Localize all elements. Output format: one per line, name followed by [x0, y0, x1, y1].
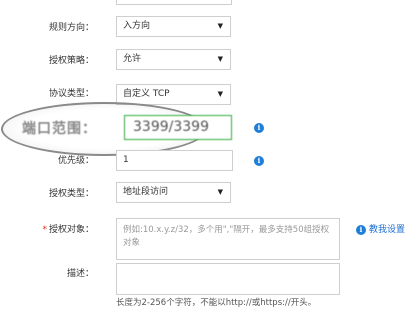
dropdown-arrow-icon: ▼	[217, 55, 223, 63]
auth-type-value: 地址段访问	[123, 187, 169, 197]
policy-label: 授权策略：	[48, 56, 94, 66]
dropdown-arrow-icon: ▼	[217, 188, 223, 196]
priority-input[interactable]: 1	[116, 150, 233, 171]
info-icon[interactable]: i	[254, 156, 264, 166]
protocol-label: 协议类型：	[48, 89, 94, 99]
auth-object-label-text: 授权对象：	[48, 225, 94, 235]
direction-label: 规则方向：	[48, 23, 94, 33]
dropdown-arrow-icon: ▼	[217, 22, 223, 30]
auth-type-select[interactable]: 地址段访问 ▼	[116, 182, 231, 203]
port-range-label: 端口范围：	[22, 121, 97, 137]
protocol-select[interactable]: 自定义 TCP ▼	[116, 84, 231, 105]
priority-label: 优先级：	[57, 156, 94, 166]
required-mark: *	[42, 225, 47, 235]
info-icon[interactable]: i	[254, 123, 264, 133]
auth-object-label: * 授权对象：	[0, 224, 94, 236]
direction-select[interactable]: 入方向 ▼	[116, 16, 231, 37]
auth-object-textarea[interactable]: 例如:10.x.y.z/32，多个用","隔开，最多支持50组授权对象	[116, 218, 340, 260]
auth-type-label: 授权类型：	[48, 189, 94, 199]
description-hint: 长度为2-256个字符，不能以http://或https://开头。	[116, 298, 317, 308]
description-textarea[interactable]	[116, 263, 340, 295]
previous-field	[116, 0, 232, 5]
direction-value: 入方向	[123, 21, 151, 31]
policy-select[interactable]: 允许 ▼	[116, 49, 231, 70]
info-icon: i	[356, 225, 366, 235]
protocol-value: 自定义 TCP	[123, 89, 170, 99]
tutorial-link[interactable]: 教我设置	[369, 224, 405, 236]
policy-value: 允许	[123, 54, 142, 64]
port-range-input[interactable]: 3399/3399	[124, 115, 232, 140]
description-label: 描述：	[66, 269, 94, 279]
dropdown-arrow-icon: ▼	[217, 90, 223, 98]
